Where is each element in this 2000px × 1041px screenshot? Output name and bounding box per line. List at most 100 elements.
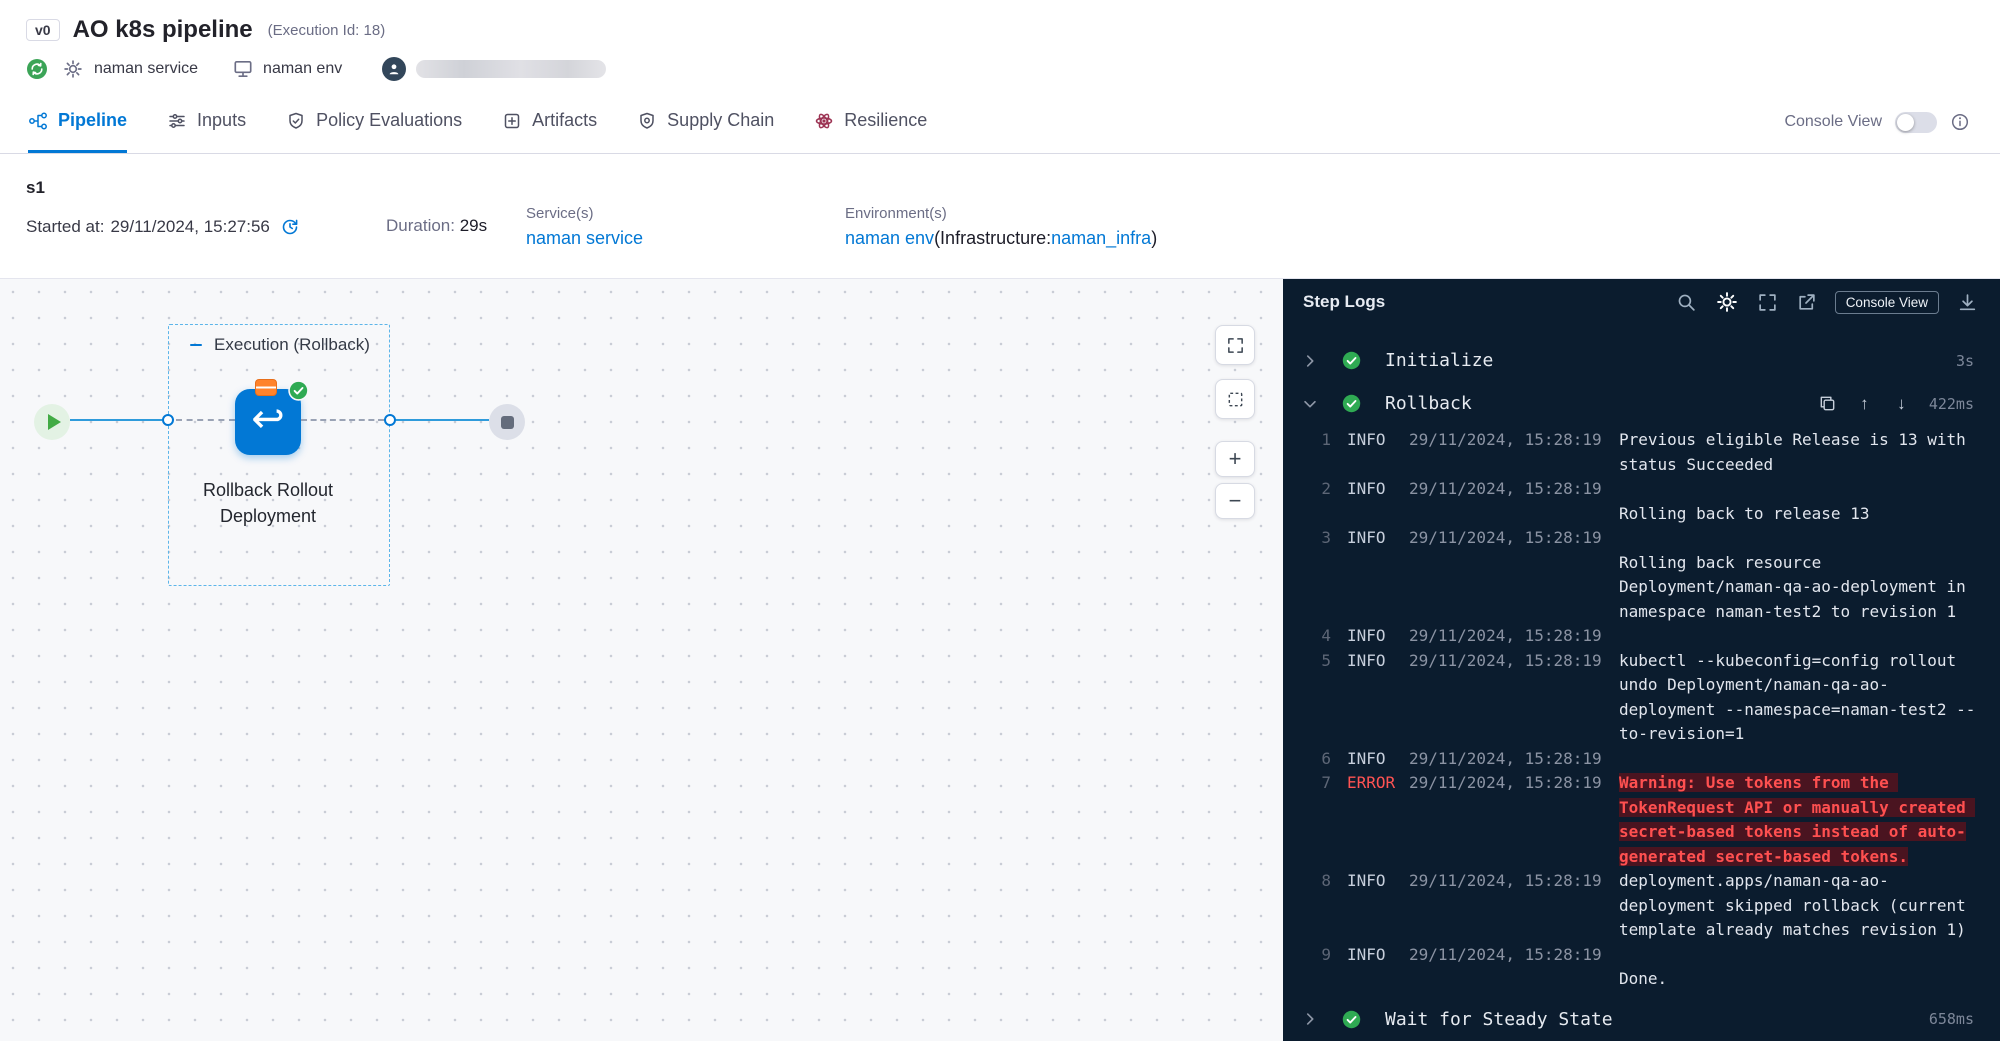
tab-resilience[interactable]: Resilience xyxy=(814,91,927,153)
line-number: 9 xyxy=(1289,943,1331,968)
log-section-wait-for-steady-state[interactable]: Wait for Steady State 658ms xyxy=(1283,998,2000,1041)
log-line-6: 6 INFO 29/11/2024, 15:28:19 xyxy=(1289,747,2000,772)
log-line-2: 2INFO29/11/2024, 15:28:19 Rolling back t… xyxy=(1289,477,2000,526)
page-header: v0 AO k8s pipeline (Execution Id: 18) na… xyxy=(0,0,2000,91)
infrastructure-prefix: (Infrastructure: xyxy=(934,228,1051,248)
console-view-label: Console View xyxy=(1784,113,1882,131)
log-level: INFO xyxy=(1347,624,1401,649)
tab-artifacts[interactable]: Artifacts xyxy=(502,91,597,153)
log-message: Rolling back to release 13 xyxy=(1619,477,1977,526)
log-level: INFO xyxy=(1347,477,1401,502)
log-message: kubectl --kubeconfig=config rollout undo… xyxy=(1619,649,1977,747)
service-link[interactable]: naman service xyxy=(526,228,643,248)
policy-evaluations-icon xyxy=(286,111,306,131)
log-level: INFO xyxy=(1347,428,1401,453)
gear-icon[interactable] xyxy=(62,58,84,80)
group-label: Execution (Rollback) xyxy=(214,335,370,355)
duration-value: 29s xyxy=(460,216,487,235)
zoom-in-button[interactable]: + xyxy=(1215,441,1255,477)
success-badge-icon xyxy=(288,380,309,401)
canvas-fullscreen-button[interactable] xyxy=(1215,325,1255,365)
console-view-toggle[interactable] xyxy=(1895,112,1937,133)
edge-step-to-group xyxy=(301,419,384,421)
section-label: Initialize xyxy=(1385,350,1493,371)
app-root: v0 AO k8s pipeline (Execution Id: 18) na… xyxy=(0,0,2000,1041)
step-logs-panel: Step Logs Console View xyxy=(1283,279,2000,1041)
section-duration: 3s xyxy=(1956,352,1974,370)
log-line-8: 8 INFO 29/11/2024, 15:28:19 deployment.apps… xyxy=(1289,869,2000,943)
log-message: deployment.apps/naman-qa-ao-deployment s… xyxy=(1619,869,1977,943)
tab-label: Pipeline xyxy=(58,110,127,131)
infrastructure-link[interactable]: naman_infra xyxy=(1051,228,1151,248)
log-message: Previous eligible Release is 13 with sta… xyxy=(1619,428,1977,477)
log-timestamp: 29/11/2024, 15:28:19 xyxy=(1409,624,1605,649)
open-in-new-icon[interactable] xyxy=(1796,292,1817,313)
log-timestamp: 29/11/2024, 15:28:19 xyxy=(1409,747,1605,772)
log-timestamp: 29/11/2024, 15:28:19 xyxy=(1409,526,1605,551)
log-level: INFO xyxy=(1347,649,1401,674)
page-title: AO k8s pipeline xyxy=(73,16,253,44)
log-section-rollback[interactable]: Rollback ↑ ↓ 422ms xyxy=(1283,382,2000,425)
log-panel-title: Step Logs xyxy=(1303,292,1385,312)
log-line-7: 7ERROR29/11/2024, 15:28:19Warning: Use t… xyxy=(1289,771,2000,869)
cd-module-icon xyxy=(26,58,48,80)
log-level: INFO xyxy=(1347,747,1401,772)
tab-label: Resilience xyxy=(844,110,927,131)
edge-group-to-step xyxy=(176,419,235,421)
play-icon xyxy=(48,414,61,430)
redacted-user-info xyxy=(416,60,606,78)
header-service-name[interactable]: naman service xyxy=(94,60,198,78)
line-number: 2 xyxy=(1289,477,1331,502)
canvas-multiselect-button[interactable] xyxy=(1215,379,1255,419)
rollback-undo-icon: ↩ xyxy=(251,399,285,439)
tab-policy-evaluations[interactable]: Policy Evaluations xyxy=(286,91,462,153)
tab-label: Supply Chain xyxy=(667,110,774,131)
history-icon[interactable] xyxy=(280,217,300,237)
toggle-knob xyxy=(1897,114,1914,131)
tab-supply-chain[interactable]: Supply Chain xyxy=(637,91,774,153)
step-rollback-rollout-deployment[interactable]: ↩ xyxy=(235,389,301,455)
stage-name[interactable]: s1 xyxy=(26,178,386,198)
log-line-4: 4 INFO 29/11/2024, 15:28:19 xyxy=(1289,624,2000,649)
success-check-icon xyxy=(1341,350,1362,371)
log-line-3: 3INFO29/11/2024, 15:28:19 Rolling back r… xyxy=(1289,526,2000,624)
info-icon[interactable] xyxy=(1950,112,1970,132)
services-label: Service(s) xyxy=(526,205,845,222)
tab-inputs[interactable]: Inputs xyxy=(167,91,246,153)
settings-gear-icon[interactable] xyxy=(1715,290,1739,314)
log-line-5: 5INFO29/11/2024, 15:28:19kubectl --kubec… xyxy=(1289,649,2000,747)
log-message: Warning: Use tokens from the TokenReques… xyxy=(1619,771,1977,869)
duration-label: Duration: xyxy=(386,216,455,235)
header-environment-name[interactable]: naman env xyxy=(263,60,342,78)
execution-rollback-group[interactable]: Execution (Rollback) xyxy=(168,324,390,586)
section-duration: 422ms xyxy=(1929,395,1974,413)
console-view-button[interactable]: Console View xyxy=(1835,291,1939,314)
tab-label: Inputs xyxy=(197,110,246,131)
scroll-up-icon[interactable]: ↑ xyxy=(1855,394,1874,413)
started-at-value: 29/11/2024, 15:27:56 xyxy=(110,217,269,237)
log-timestamp: 29/11/2024, 15:28:19 xyxy=(1409,869,1605,894)
stop-icon xyxy=(501,416,514,429)
log-section-initialize[interactable]: Initialize 3s xyxy=(1283,339,2000,382)
environments-label: Environment(s) xyxy=(845,205,2000,222)
log-timestamp: 29/11/2024, 15:28:19 xyxy=(1409,649,1605,674)
fullscreen-icon[interactable] xyxy=(1757,292,1778,313)
tab-pipeline[interactable]: Pipeline xyxy=(28,91,127,153)
line-number: 8 xyxy=(1289,869,1331,894)
line-number: 6 xyxy=(1289,747,1331,772)
copy-icon[interactable] xyxy=(1818,394,1837,413)
start-node xyxy=(34,404,70,440)
collapse-minus-icon[interactable] xyxy=(188,337,204,353)
log-level: INFO xyxy=(1347,869,1401,894)
edge-start-to-group xyxy=(70,419,162,421)
environment-link[interactable]: naman env xyxy=(845,228,934,248)
canvas-controls: + − xyxy=(1215,325,1255,519)
end-node xyxy=(489,404,525,440)
pipeline-canvas[interactable]: Execution (Rollback) ↩ Rollback Rollout … xyxy=(0,279,1283,1041)
download-icon[interactable] xyxy=(1957,292,1978,313)
line-number: 4 xyxy=(1289,624,1331,649)
zoom-out-button[interactable]: − xyxy=(1215,483,1255,519)
line-number: 7 xyxy=(1289,771,1331,796)
search-icon[interactable] xyxy=(1676,292,1697,313)
scroll-down-icon[interactable]: ↓ xyxy=(1892,394,1911,413)
